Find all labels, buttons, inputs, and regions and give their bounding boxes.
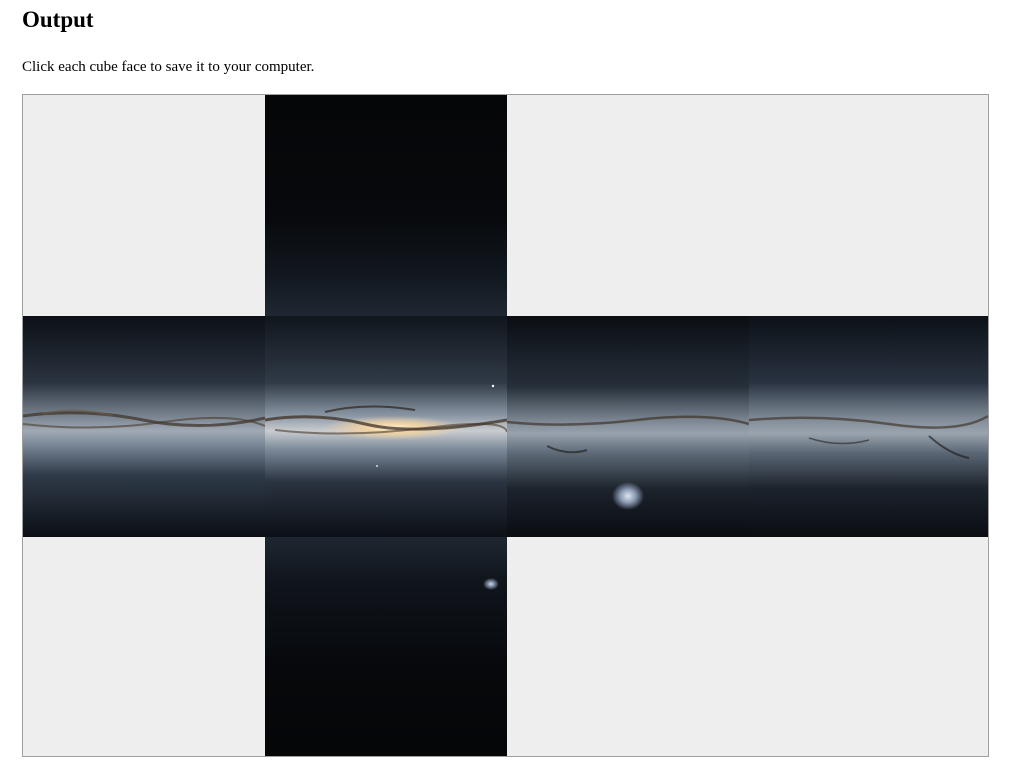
- page: Output Click each cube face to save it t…: [0, 0, 1024, 768]
- cube-face-right[interactable]: [507, 316, 749, 537]
- milky-way-top-image: [265, 95, 507, 316]
- cube-face-top[interactable]: [265, 95, 507, 316]
- milky-way-back-image: [749, 316, 988, 537]
- milky-way-bottom-image: [265, 537, 507, 756]
- milky-way-left-image: [23, 316, 265, 537]
- cube-face-bottom[interactable]: [265, 537, 507, 756]
- milky-way-front-image: [265, 316, 507, 537]
- page-title: Output: [22, 7, 94, 32]
- instructions-text: Click each cube face to save it to your …: [22, 59, 315, 75]
- cube-face-left[interactable]: [23, 316, 265, 537]
- milky-way-right-image: [507, 316, 749, 537]
- cube-map-output: [22, 94, 989, 757]
- cube-face-front[interactable]: [265, 316, 507, 537]
- cube-face-back[interactable]: [749, 316, 988, 537]
